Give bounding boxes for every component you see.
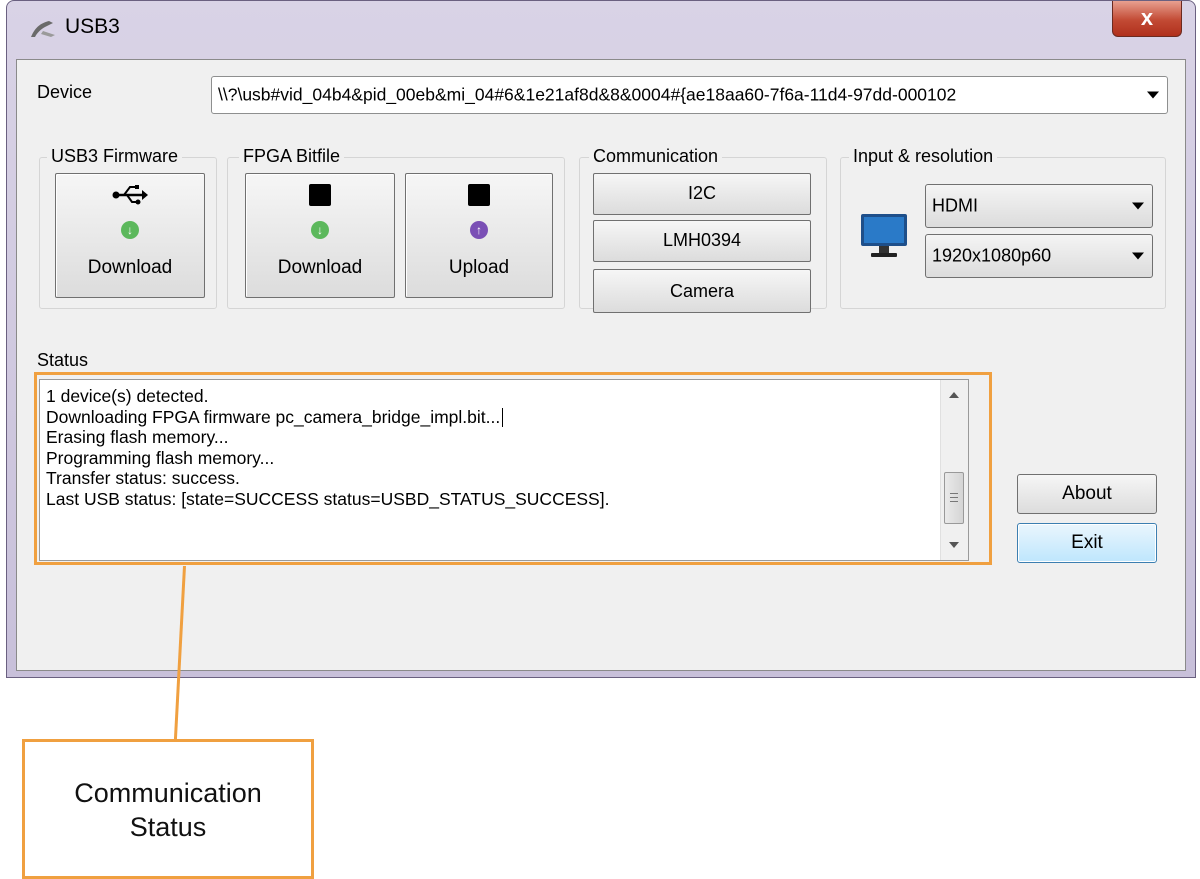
title-bar[interactable]: USB3 x <box>7 1 1195 53</box>
device-select-value: \\?\usb#vid_04b4&pid_00eb&mi_04#6&1e21af… <box>218 84 957 105</box>
i2c-button[interactable]: I2C <box>593 173 811 215</box>
device-select[interactable]: \\?\usb#vid_04b4&pid_00eb&mi_04#6&1e21af… <box>211 76 1168 114</box>
device-label: Device <box>37 82 93 102</box>
chevron-down-icon <box>1147 91 1159 99</box>
upload-arrow-icon: ↑ <box>470 221 488 239</box>
app-icon <box>31 21 55 37</box>
callout-line-2: Status <box>129 812 207 842</box>
resolution-value: 1920x1080p60 <box>932 245 1052 266</box>
status-label: Status <box>37 350 89 370</box>
input-resolution-label: Input & resolution <box>849 146 998 167</box>
usb-icon <box>112 185 148 205</box>
input-source-value: HDMI <box>932 195 978 216</box>
fpga-download-button[interactable]: ↓ Download <box>245 173 395 298</box>
about-button[interactable]: About <box>1017 474 1157 514</box>
monitor-icon <box>861 214 907 257</box>
download-arrow-icon: ↓ <box>311 221 329 239</box>
communication-label: Communication <box>589 146 723 167</box>
fpga-bitfile-label: FPGA Bitfile <box>239 146 345 167</box>
fpga-download-label: Download <box>277 257 363 278</box>
chip-icon <box>309 184 331 206</box>
fpga-upload-button[interactable]: ↑ Upload <box>405 173 553 298</box>
usb3-firmware-label: USB3 Firmware <box>47 146 183 167</box>
client-area: Device \\?\usb#vid_04b4&pid_00eb&mi_04#6… <box>16 59 1186 671</box>
callout-line-1: Communication <box>74 778 262 808</box>
close-icon: x <box>1140 5 1154 30</box>
callout-text: Communication Status <box>25 776 311 844</box>
fpga-upload-label: Upload <box>448 257 510 278</box>
exit-button[interactable]: Exit <box>1017 523 1157 563</box>
chevron-down-icon <box>1132 202 1144 210</box>
status-highlight-box <box>34 372 992 565</box>
input-source-select[interactable]: HDMI <box>925 184 1153 228</box>
download-arrow-icon: ↓ <box>121 221 139 239</box>
lmh0394-button[interactable]: LMH0394 <box>593 220 811 262</box>
camera-button[interactable]: Camera <box>593 269 811 313</box>
window-title: USB3 <box>65 15 120 38</box>
callout-box: Communication Status <box>22 739 314 879</box>
chip-icon <box>468 184 490 206</box>
firmware-download-button[interactable]: ↓ Download <box>55 173 205 298</box>
firmware-download-label: Download <box>87 257 173 278</box>
chevron-down-icon <box>1132 252 1144 260</box>
resolution-select[interactable]: 1920x1080p60 <box>925 234 1153 278</box>
close-button[interactable]: x <box>1112 1 1182 37</box>
